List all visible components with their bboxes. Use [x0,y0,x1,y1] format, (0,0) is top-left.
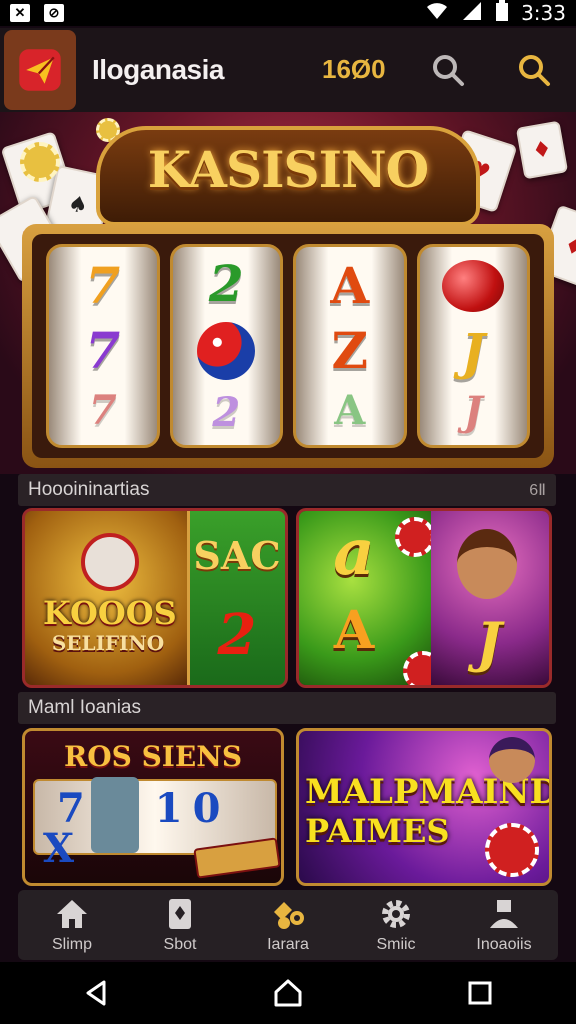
casino-chip [20,142,60,182]
nav-label: Slimp [51,936,92,953]
balance-display: 16Ø0 [322,54,386,84]
app-title: Iloganasia [92,54,224,85]
nav-label: Inoaoiis [476,936,532,953]
game-tile[interactable]: ROS SIENS 7 10 X [22,728,284,886]
nav-item-home[interactable]: Slimp [27,896,117,954]
game-tile[interactable]: MALPMAIND PAIMES [296,728,552,886]
system-nav-bar [0,962,576,1024]
status-bar: ✕ ⊘ 3:33 [0,0,576,26]
battery-icon [495,0,509,27]
search-icon[interactable] [428,50,468,90]
game-title: J [476,610,502,674]
nav-item-profile[interactable]: Inoaoiis [459,896,549,954]
hero-banner[interactable]: ♦ ♠ ♦ ♥ ♦ ♦ KASISINO 7 7 7 2 2 A Z A [0,112,576,474]
slot-reel: A Z A [293,244,407,448]
app-logo[interactable] [4,30,76,110]
game-tile[interactable]: KOOOS SELIFINO SAC 2 [22,508,288,688]
notification-icon: ⊘ [44,4,64,22]
bottom-nav: Slimp Sbot Iarara Smiic Inoaoiis [18,890,558,960]
nav-label: Iarara [267,936,309,953]
reel-symbol: 7 [85,320,121,380]
paper-plane-icon [19,49,61,91]
reel-symbol: A [334,387,366,435]
character-face [457,529,517,599]
app-bar: Iloganasia 16Ø0 [0,28,576,114]
character-face [489,737,535,783]
game-subtitle: PAIMES [305,812,450,850]
nav-item-settings[interactable]: Smiic [351,896,441,954]
nav-label: Sbot [163,936,197,953]
notification-icon: ✕ [10,4,30,22]
games-icon [274,902,304,929]
slot-reel: J J [416,244,530,448]
section-see-all[interactable]: 6Ⅱ [529,480,546,500]
section-header: Maml Ioanias [18,692,556,724]
orb-symbol [197,321,256,380]
home-button-icon[interactable] [272,977,304,1009]
slot-reel: 7 7 7 [46,244,160,448]
mascot-image [81,533,139,591]
game-title: a [333,515,375,590]
game-subtitle: SELIFINO [51,631,165,655]
section-header: Hoooininartias 6Ⅱ [18,474,556,506]
casino-chip [485,823,539,877]
recent-apps-icon[interactable] [464,977,496,1009]
nav-item-games[interactable]: Iarara [243,896,333,954]
hero-title: KASISINO [147,140,429,199]
section-title: Maml Ioanias [28,697,141,718]
reel-symbol: A [330,255,370,315]
signal-icon [461,1,483,26]
profile-icon [490,900,518,928]
playing-card: ♦ [515,120,569,180]
section-title: Hoooininartias [28,479,150,500]
home-icon [57,900,87,928]
reel-symbol: 7 [85,255,121,315]
reel-symbol: Z [331,320,369,380]
casino-chip [395,517,435,557]
nav-label: Smiic [376,936,416,953]
reel-symbol: 2 [208,254,244,314]
card-icon [169,899,191,929]
berry-symbol [442,260,505,313]
game-title: A [333,600,375,661]
game-title: 2 [217,602,257,668]
clock: 3:33 [521,1,566,25]
slot-machine[interactable]: 7 7 7 2 2 A Z A J J [22,224,554,468]
game-title: SAC [193,533,281,578]
game-title: ROS SIENS [63,740,243,773]
gear-icon [382,900,410,928]
reel-symbol: J [463,387,483,435]
game-title: KOOOS [43,594,177,632]
search-icon[interactable] [514,50,554,90]
wifi-icon [425,1,449,26]
reel-symbol: 2 [212,388,241,436]
reel-symbol: 7 [88,387,117,435]
back-icon[interactable] [80,977,112,1009]
game-tile[interactable]: a A J [296,508,552,688]
reel-symbol: J [461,321,486,381]
slot-reel: 2 2 [169,244,283,448]
nav-item-slot[interactable]: Sbot [135,896,225,954]
